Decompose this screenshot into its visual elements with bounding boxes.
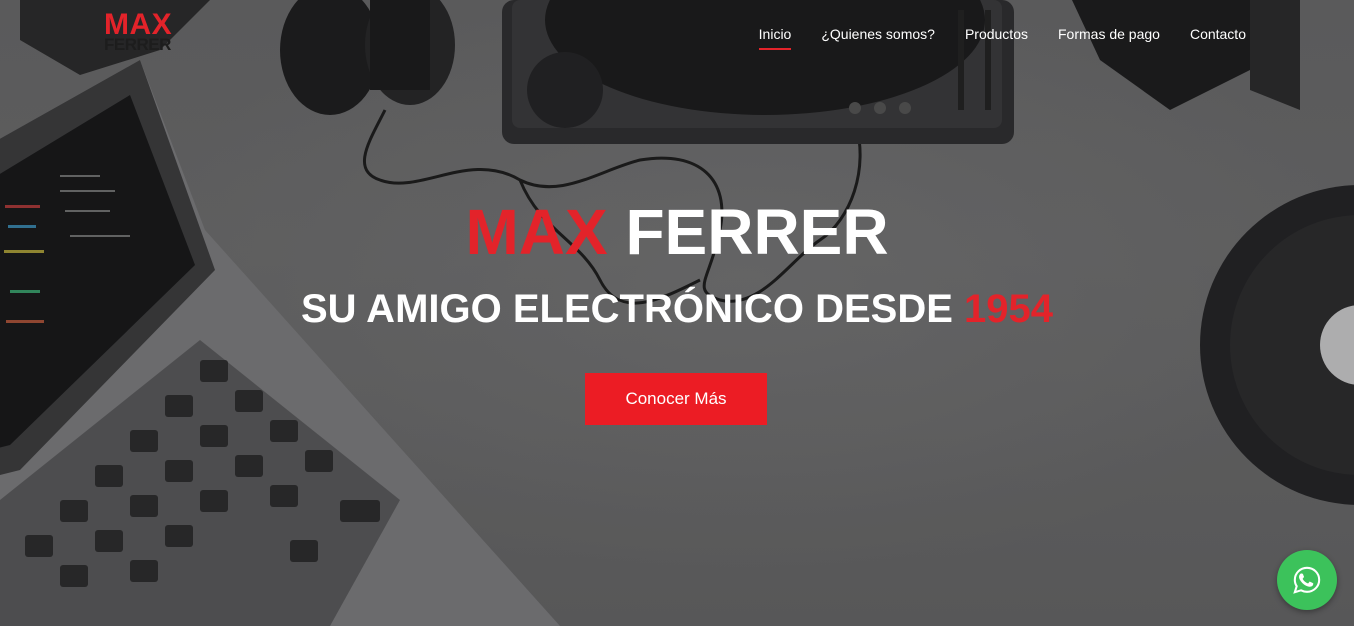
nav-item-inicio[interactable]: Inicio: [758, 26, 791, 50]
hero-title: MAX FERRER: [0, 196, 1354, 268]
whatsapp-button[interactable]: [1277, 550, 1337, 610]
logo-text-ferrer: FERRER: [104, 35, 171, 54]
hero-subtitle-text: SU AMIGO ELECTRÓNICO DESDE: [300, 287, 953, 331]
brand-logo[interactable]: MAX FERRER: [104, 10, 180, 56]
conocer-mas-button[interactable]: Conocer Más: [585, 373, 767, 425]
hero-subtitle-year: 1954: [964, 287, 1053, 331]
main-nav: Inicio ¿Quienes somos? Productos Formas …: [729, 26, 1246, 50]
nav-item-formas-de-pago[interactable]: Formas de pago: [1058, 26, 1160, 50]
nav-item-quienes-somos[interactable]: ¿Quienes somos?: [821, 26, 935, 50]
hero-title-red: MAX: [465, 196, 608, 268]
nav-item-productos[interactable]: Productos: [965, 26, 1028, 50]
nav-item-contacto[interactable]: Contacto: [1190, 26, 1246, 50]
hero-title-white: FERRER: [625, 196, 889, 268]
hero-subtitle: SU AMIGO ELECTRÓNICO DESDE 1954: [0, 286, 1354, 332]
whatsapp-icon: [1293, 566, 1321, 594]
